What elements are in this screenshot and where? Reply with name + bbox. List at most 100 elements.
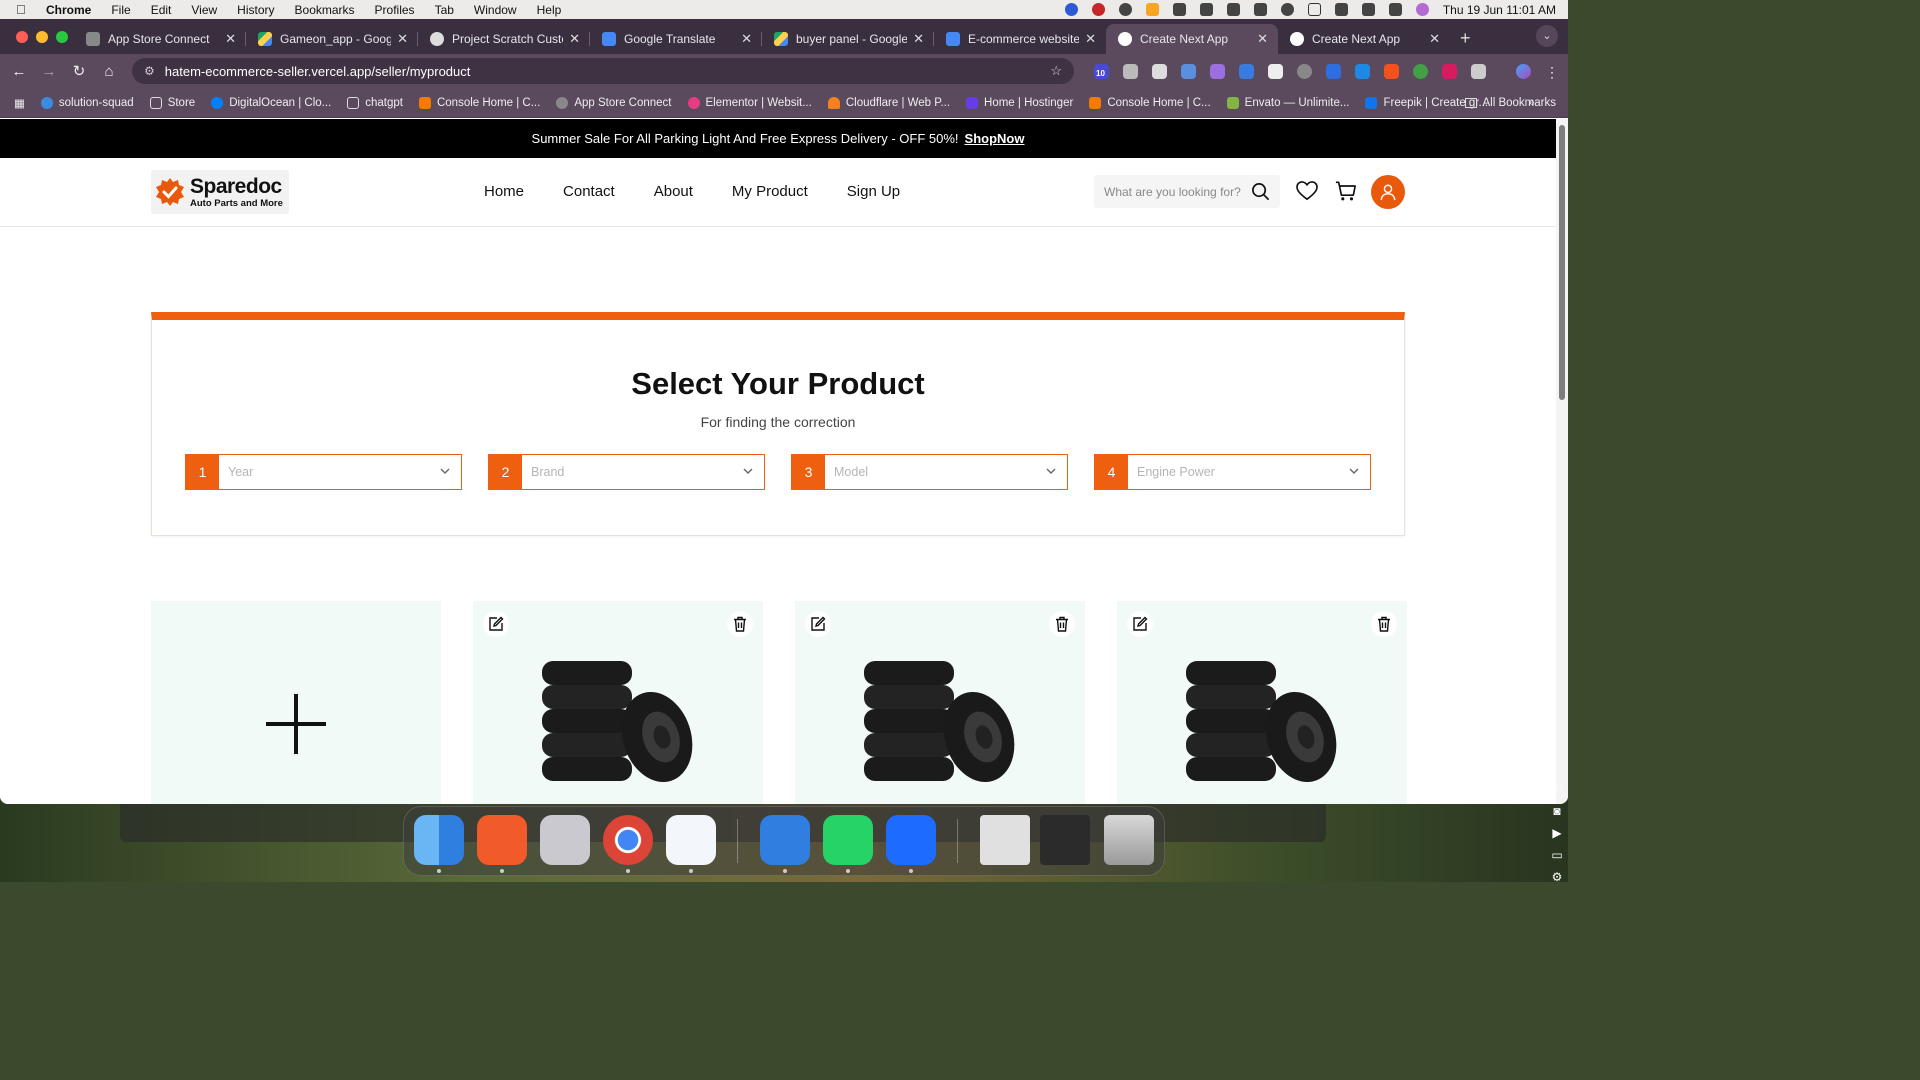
search-input[interactable] — [1104, 184, 1244, 199]
video-icon[interactable]: ▶ — [1552, 826, 1561, 840]
menu-history[interactable]: History — [237, 3, 274, 17]
search-icon[interactable] — [1251, 182, 1270, 201]
apps-grid-icon[interactable]: ▦ — [14, 96, 25, 110]
feather-extension-icon[interactable] — [1210, 63, 1225, 79]
trash-icon[interactable] — [727, 611, 753, 637]
bookmark-console-home-2[interactable]: Console Home | C... — [1089, 96, 1211, 109]
trash-icon[interactable] — [1104, 815, 1154, 865]
whatsapp-icon[interactable] — [823, 815, 873, 865]
tab-search-chevron-icon[interactable]: ⌄ — [1536, 25, 1558, 47]
close-tab-icon[interactable]: ✕ — [1085, 31, 1096, 47]
extension-badge-icon[interactable]: 10 — [1094, 63, 1109, 79]
menu-app-name[interactable]: Chrome — [46, 3, 91, 17]
nav-contact[interactable]: Contact — [563, 183, 615, 200]
close-tab-icon[interactable]: ✕ — [741, 31, 752, 47]
nav-sign-up[interactable]: Sign Up — [847, 183, 900, 200]
scrollbar-thumb[interactable] — [1559, 125, 1565, 400]
tab-google-translate[interactable]: Google Translate ✕ — [590, 24, 762, 54]
gear-icon[interactable]: ⚙ — [1552, 870, 1563, 884]
menu-bookmarks[interactable]: Bookmarks — [295, 3, 355, 17]
record-status-icon[interactable] — [1091, 3, 1105, 16]
close-tab-icon[interactable]: ✕ — [1429, 31, 1440, 47]
close-tab-icon[interactable]: ✕ — [1257, 31, 1268, 47]
bookmark-digitalocean[interactable]: DigitalOcean | Clo... — [211, 96, 331, 109]
input-source-icon[interactable] — [1307, 3, 1321, 16]
menu-view[interactable]: View — [191, 3, 217, 17]
bluetooth-icon[interactable] — [1253, 3, 1267, 16]
bookmark-cloudflare[interactable]: Cloudflare | Web P... — [827, 96, 950, 109]
spotlight-icon[interactable] — [1361, 3, 1375, 16]
tab-app-store-connect[interactable]: App Store Connect ✕ — [74, 24, 246, 54]
user-status-icon[interactable] — [1280, 3, 1294, 16]
xcode-icon[interactable] — [760, 815, 810, 865]
microphone-icon[interactable] — [1145, 3, 1159, 16]
tab-gameon-app[interactable]: Gameon_app - Google D ✕ — [246, 24, 418, 54]
tab-buyer-panel[interactable]: buyer panel - Google Dri ✕ — [762, 24, 934, 54]
clock-text[interactable]: Thu 19 Jun 11:01 AM — [1443, 3, 1556, 17]
eyedropper-extension-icon[interactable] — [1268, 63, 1283, 79]
camera-icon[interactable]: ◙ — [1553, 804, 1560, 818]
window-icon[interactable]: ▭ — [1551, 848, 1562, 862]
control-center-icon[interactable] — [1388, 3, 1402, 16]
menu-profiles[interactable]: Profiles — [375, 3, 415, 17]
nav-about[interactable]: About — [654, 183, 693, 200]
window-extension-icon[interactable] — [1152, 63, 1167, 79]
address-bar[interactable]: ⚙ hatem-ecommerce-seller.vercel.app/sell… — [132, 58, 1074, 84]
model-select[interactable]: 3 Model — [791, 454, 1068, 490]
menu-window[interactable]: Window — [474, 3, 517, 17]
document-icon[interactable] — [980, 815, 1030, 865]
home-icon[interactable]: ⌂ — [94, 63, 124, 80]
bookmark-store[interactable]: Store — [149, 96, 195, 109]
menu-tab[interactable]: Tab — [435, 3, 454, 17]
binoculars-icon[interactable] — [1172, 3, 1186, 16]
shop-now-link[interactable]: ShopNow — [965, 131, 1025, 146]
nav-home[interactable]: Home — [484, 183, 524, 200]
back-icon[interactable]: ← — [4, 63, 34, 80]
camera-extension-icon[interactable] — [1123, 63, 1138, 79]
close-window-button[interactable] — [16, 31, 28, 43]
wishlist-heart-icon[interactable] — [1296, 181, 1318, 201]
puzzle-icon[interactable] — [1471, 63, 1486, 79]
edit-icon[interactable] — [805, 611, 831, 637]
app-store-icon[interactable] — [666, 815, 716, 865]
site-logo[interactable]: Sparedoc Auto Parts and More — [151, 170, 289, 214]
reload-icon[interactable]: ↻ — [64, 62, 94, 80]
display-icon[interactable] — [1199, 3, 1213, 16]
brand-select[interactable]: 2 Brand — [488, 454, 765, 490]
chrome-menu-icon[interactable]: ⋮ — [1545, 64, 1559, 80]
all-bookmarks[interactable]: All Bookmarks — [1464, 97, 1556, 109]
bookmark-envato[interactable]: Envato — Unlimite... — [1226, 96, 1349, 109]
tab-create-next-app[interactable]: Create Next App ✕ — [1278, 24, 1450, 54]
url-text[interactable]: hatem-ecommerce-seller.vercel.app/seller… — [165, 64, 471, 79]
siri-icon[interactable] — [1415, 3, 1429, 16]
product-card[interactable] — [473, 601, 763, 804]
chrome-icon[interactable] — [603, 815, 653, 865]
bookmark-solution-squad[interactable]: solution-squad — [40, 96, 134, 109]
close-tab-icon[interactable]: ✕ — [569, 31, 580, 47]
finder-icon[interactable] — [414, 815, 464, 865]
tab-project-scratch[interactable]: Project Scratch Customiz ✕ — [418, 24, 590, 54]
nav-my-product[interactable]: My Product — [732, 183, 808, 200]
forward-icon[interactable]: → — [34, 63, 64, 80]
translate-extension-icon[interactable] — [1326, 63, 1341, 79]
minimize-window-button[interactable] — [36, 31, 48, 43]
maximize-window-button[interactable] — [56, 31, 68, 43]
wifi-icon[interactable] — [1334, 3, 1348, 16]
add-product-card[interactable] — [151, 601, 441, 804]
bookmark-hostinger[interactable]: Home | Hostinger — [966, 96, 1073, 109]
menu-edit[interactable]: Edit — [151, 3, 172, 17]
trash-icon[interactable] — [1049, 611, 1075, 637]
tab-ecommerce-website[interactable]: E-commerce website - G ✕ — [934, 24, 1106, 54]
green-extension-icon[interactable] — [1413, 63, 1428, 79]
bookmark-star-icon[interactable]: ☆ — [1050, 63, 1062, 79]
shield-extension-icon[interactable] — [1442, 63, 1457, 79]
menu-help[interactable]: Help — [537, 3, 562, 17]
more-icon[interactable]: ⋯ — [1551, 782, 1563, 796]
cart-icon[interactable] — [1335, 181, 1357, 202]
profile-avatar[interactable] — [1516, 63, 1531, 79]
wordpress-extension-icon[interactable] — [1297, 63, 1312, 79]
font-extension-icon[interactable] — [1355, 63, 1370, 79]
apple-icon[interactable]:  — [16, 2, 30, 17]
zoom-status-icon[interactable] — [1064, 3, 1078, 16]
close-tab-icon[interactable]: ✕ — [397, 31, 408, 47]
